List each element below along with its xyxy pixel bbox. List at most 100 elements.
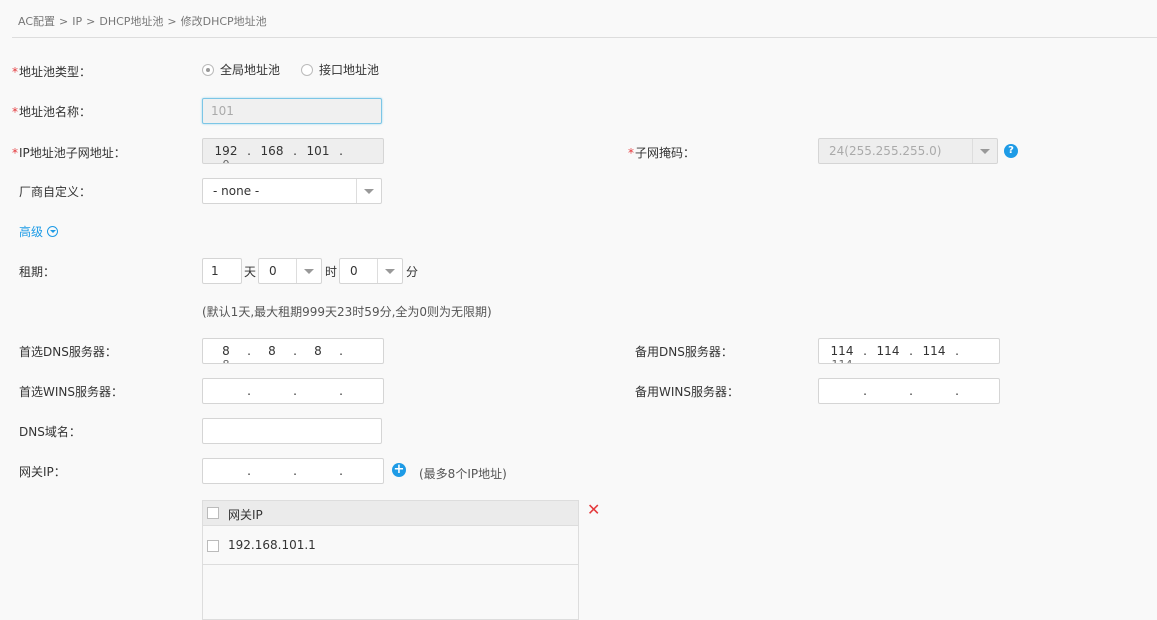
row-checkbox[interactable] [207, 540, 219, 552]
ip-octet[interactable]: 114 [823, 358, 861, 363]
lease-minutes-value: 0 [350, 264, 358, 278]
ip-octet[interactable]: 8 [207, 344, 245, 358]
ip-dot: . [247, 464, 251, 478]
ip-dot: . [955, 344, 959, 358]
required-mark: * [628, 146, 634, 160]
ip-octet[interactable]: 8 [207, 358, 245, 363]
breadcrumb-ac-config[interactable]: AC配置 [18, 15, 55, 28]
ip-dot: . [909, 384, 913, 398]
required-mark: * [12, 65, 18, 79]
ip-octet[interactable]: 101 [299, 144, 337, 158]
ip-dot: . [247, 344, 251, 358]
select-all-checkbox[interactable] [207, 507, 219, 519]
radio-checked-icon [202, 63, 214, 76]
dns-primary-input[interactable]: 8 . 8 . 8 . 8 [202, 338, 384, 364]
ip-dot: . [955, 384, 959, 398]
row-divider [203, 564, 578, 565]
subnet-ip-input[interactable]: 192 . 168 . 101 . 0 [202, 138, 384, 164]
advanced-toggle[interactable]: 高级 [19, 223, 59, 240]
ip-dot: . [339, 464, 343, 478]
gateway-table: 网关IP 192.168.101.1 [202, 500, 579, 620]
ip-dot: . [293, 384, 297, 398]
expand-icon [47, 226, 59, 237]
ip-dot: . [247, 384, 251, 398]
vendor-select[interactable]: - none - [202, 178, 382, 204]
lease-label: 租期： [19, 265, 56, 279]
table-cell-gateway: 192.168.101.1 [228, 538, 316, 552]
ip-octet[interactable]: 114 [869, 344, 907, 358]
table-header: 网关IP [203, 501, 578, 526]
ip-octet[interactable]: 168 [253, 144, 291, 158]
lease-days-input[interactable]: 1 [202, 258, 242, 284]
gateway-hint: (最多8个IP地址) [419, 467, 507, 481]
radio-interface-pool[interactable]: 接口地址池 [301, 61, 379, 78]
breadcrumb-separator: > [167, 15, 177, 28]
help-icon[interactable]: ? [1004, 144, 1018, 158]
gateway-ip-input[interactable]: . . . [202, 458, 384, 484]
pool-name-label: *地址池名称： [12, 105, 92, 119]
ip-octet[interactable]: 0 [207, 158, 245, 163]
ip-dot: . [339, 144, 343, 158]
ip-dot: . [863, 344, 867, 358]
minute-unit: 分 [406, 265, 419, 279]
delete-icon[interactable]: ✕ [587, 502, 600, 518]
ip-dot: . [247, 144, 251, 158]
wins-secondary-input[interactable]: . . . [818, 378, 1000, 404]
add-gateway-icon[interactable]: + [392, 463, 406, 477]
chevron-down-icon [377, 259, 402, 283]
dns-secondary-label: 备用DNS服务器： [635, 345, 733, 359]
hour-unit: 时 [325, 265, 338, 279]
ip-dot: . [293, 144, 297, 158]
dns-secondary-input[interactable]: 114 . 114 . 114 . 114 [818, 338, 1000, 364]
ip-octet[interactable]: 114 [915, 344, 953, 358]
radio-unchecked-icon [301, 63, 313, 76]
breadcrumb: AC配置 > IP > DHCP地址池 > 修改DHCP地址池 [18, 13, 271, 29]
pool-name-input[interactable]: 101 [202, 98, 382, 124]
gateway-label: 网关IP： [19, 465, 66, 479]
radio-global-pool-label: 全局地址池 [220, 63, 281, 77]
breadcrumb-ip[interactable]: IP [72, 15, 82, 28]
mask-value: 24(255.255.255.0) [829, 144, 942, 158]
subnet-label: *IP地址池子网地址： [12, 146, 126, 160]
ip-dot: . [339, 384, 343, 398]
breadcrumb-separator: > [59, 15, 69, 28]
ip-dot: . [909, 344, 913, 358]
wins-primary-input[interactable]: . . . [202, 378, 384, 404]
chevron-down-icon [972, 139, 997, 163]
dns-primary-label: 首选DNS服务器： [19, 345, 117, 359]
divider [12, 37, 1157, 38]
dns-domain-label: DNS域名： [19, 425, 81, 439]
ip-octet[interactable]: 8 [253, 344, 291, 358]
ip-octet[interactable]: 114 [823, 344, 861, 358]
vendor-label: 厂商自定义： [19, 185, 92, 199]
advanced-label: 高级 [19, 225, 44, 239]
ip-octet[interactable]: 8 [299, 344, 337, 358]
breadcrumb-current: 修改DHCP地址池 [180, 15, 267, 28]
lease-minutes-select[interactable]: 0 [339, 258, 403, 284]
radio-global-pool[interactable]: 全局地址池 [202, 61, 280, 78]
wins-secondary-label: 备用WINS服务器： [635, 385, 739, 399]
chevron-down-icon [296, 259, 321, 283]
vendor-value: - none - [213, 184, 260, 198]
required-mark: * [12, 146, 18, 160]
ip-dot: . [863, 384, 867, 398]
wins-primary-label: 首选WINS服务器： [19, 385, 123, 399]
lease-hint: (默认1天,最大租期999天23时59分,全为0则为无限期) [202, 305, 492, 319]
breadcrumb-dhcp-pool[interactable]: DHCP地址池 [99, 15, 163, 28]
day-unit: 天 [244, 265, 257, 279]
table-row[interactable]: 192.168.101.1 [203, 526, 578, 564]
chevron-down-icon [356, 179, 381, 203]
table-header-gateway: 网关IP [228, 508, 263, 522]
lease-hours-value: 0 [269, 264, 277, 278]
breadcrumb-separator: > [86, 15, 96, 28]
dns-domain-input[interactable] [202, 418, 382, 444]
ip-dot: . [293, 464, 297, 478]
pool-type-label: *地址池类型： [12, 65, 92, 79]
ip-dot: . [293, 344, 297, 358]
required-mark: * [12, 105, 18, 119]
ip-dot: . [339, 344, 343, 358]
ip-octet[interactable]: 192 [207, 144, 245, 158]
lease-hours-select[interactable]: 0 [258, 258, 322, 284]
mask-select[interactable]: 24(255.255.255.0) [818, 138, 998, 164]
mask-label: *子网掩码： [628, 146, 696, 160]
